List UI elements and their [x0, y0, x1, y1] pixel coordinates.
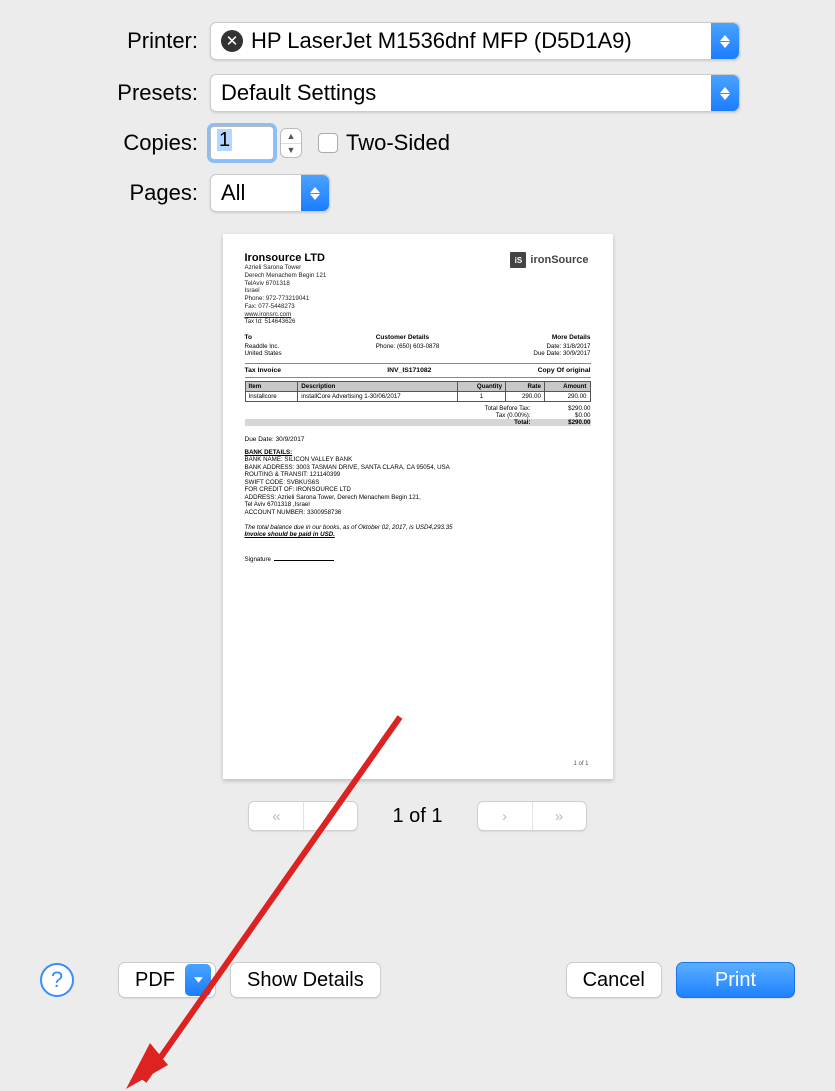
chevron-down-icon	[185, 964, 211, 996]
print-preview: iS ironSource Ironsource LTD Azrieli Sar…	[40, 234, 795, 936]
pages-select[interactable]: All	[210, 174, 330, 212]
printer-row: Printer: ✕ HP LaserJet M1536dnf MFP (D5D…	[40, 22, 795, 60]
two-sided-checkbox[interactable]	[318, 133, 338, 153]
chevron-updown-icon	[301, 175, 329, 211]
signature-line: Signature	[245, 556, 591, 563]
copies-stepper[interactable]: ▲ ▼	[280, 128, 302, 158]
invoice-totals: Total Before Tax:$290.00 Tax (0.00%):$0.…	[245, 405, 591, 426]
balance-note: The total balance due in our books, as o…	[245, 524, 591, 538]
company-logo: iS ironSource	[510, 252, 588, 268]
presets-select[interactable]: Default Settings	[210, 74, 740, 112]
copies-row: Copies: 1 ▲ ▼ Two-Sided	[40, 126, 795, 160]
copies-label: Copies:	[40, 130, 210, 156]
help-button[interactable]: ?	[40, 963, 74, 997]
stepper-up-icon[interactable]: ▲	[281, 129, 301, 144]
presets-row: Presets: Default Settings	[40, 74, 795, 112]
bottom-bar: ? PDF Show Details Cancel Print	[40, 962, 795, 998]
pages-value: All	[221, 180, 301, 206]
copies-value: 1	[217, 129, 232, 151]
due-date: Due Date: 30/9/2017	[245, 436, 591, 443]
pdf-label: PDF	[135, 969, 175, 992]
chevron-updown-icon	[711, 23, 739, 59]
bank-details: BANK DETAILS: BANK NAME: SILICON VALLEY …	[245, 449, 591, 516]
nav-next-group: › »	[477, 801, 587, 831]
preview-nav: « ‹ 1 of 1 › »	[248, 801, 586, 831]
preview-page: iS ironSource Ironsource LTD Azrieli Sar…	[223, 234, 613, 779]
first-page-button[interactable]: «	[249, 802, 303, 830]
pages-row: Pages: All	[40, 174, 795, 212]
stepper-down-icon[interactable]: ▼	[281, 144, 301, 158]
print-dialog: Printer: ✕ HP LaserJet M1536dnf MFP (D5D…	[0, 0, 835, 1024]
invoice-items-table: Item Description Quantity Rate Amount In…	[245, 381, 591, 402]
page-number: 1 of 1	[573, 761, 588, 767]
page-indicator: 1 of 1	[392, 805, 442, 828]
printer-label: Printer:	[40, 28, 210, 54]
table-row: Installcore installCore Advertising 1-30…	[245, 392, 590, 402]
chevron-updown-icon	[711, 75, 739, 111]
copies-input[interactable]: 1	[210, 126, 274, 160]
printer-value: HP LaserJet M1536dnf MFP (D5D1A9)	[251, 28, 711, 54]
nav-prev-group: « ‹	[248, 801, 358, 831]
next-page-button[interactable]: ›	[478, 802, 532, 830]
last-page-button[interactable]: »	[532, 802, 586, 830]
two-sided-label: Two-Sided	[346, 130, 450, 156]
cancel-button[interactable]: Cancel	[566, 962, 662, 998]
logo-mark: iS	[510, 252, 526, 268]
presets-label: Presets:	[40, 80, 210, 106]
invoice-bar: Tax Invoice INV_IS171082 Copy Of origina…	[245, 366, 591, 378]
pdf-menu-button[interactable]: PDF	[118, 962, 216, 998]
prev-page-button[interactable]: ‹	[303, 802, 357, 830]
company-address: Azrieli Sarona Tower Derech Menachem Beg…	[245, 264, 591, 326]
printer-select[interactable]: ✕ HP LaserJet M1536dnf MFP (D5D1A9)	[210, 22, 740, 60]
presets-value: Default Settings	[221, 80, 711, 106]
pages-label: Pages:	[40, 180, 210, 206]
printer-offline-icon: ✕	[221, 30, 243, 52]
print-button[interactable]: Print	[676, 962, 795, 998]
show-details-button[interactable]: Show Details	[230, 962, 381, 998]
invoice-parties: To Readdle Inc. United States Customer D…	[245, 334, 591, 357]
logo-text: ironSource	[530, 254, 588, 266]
